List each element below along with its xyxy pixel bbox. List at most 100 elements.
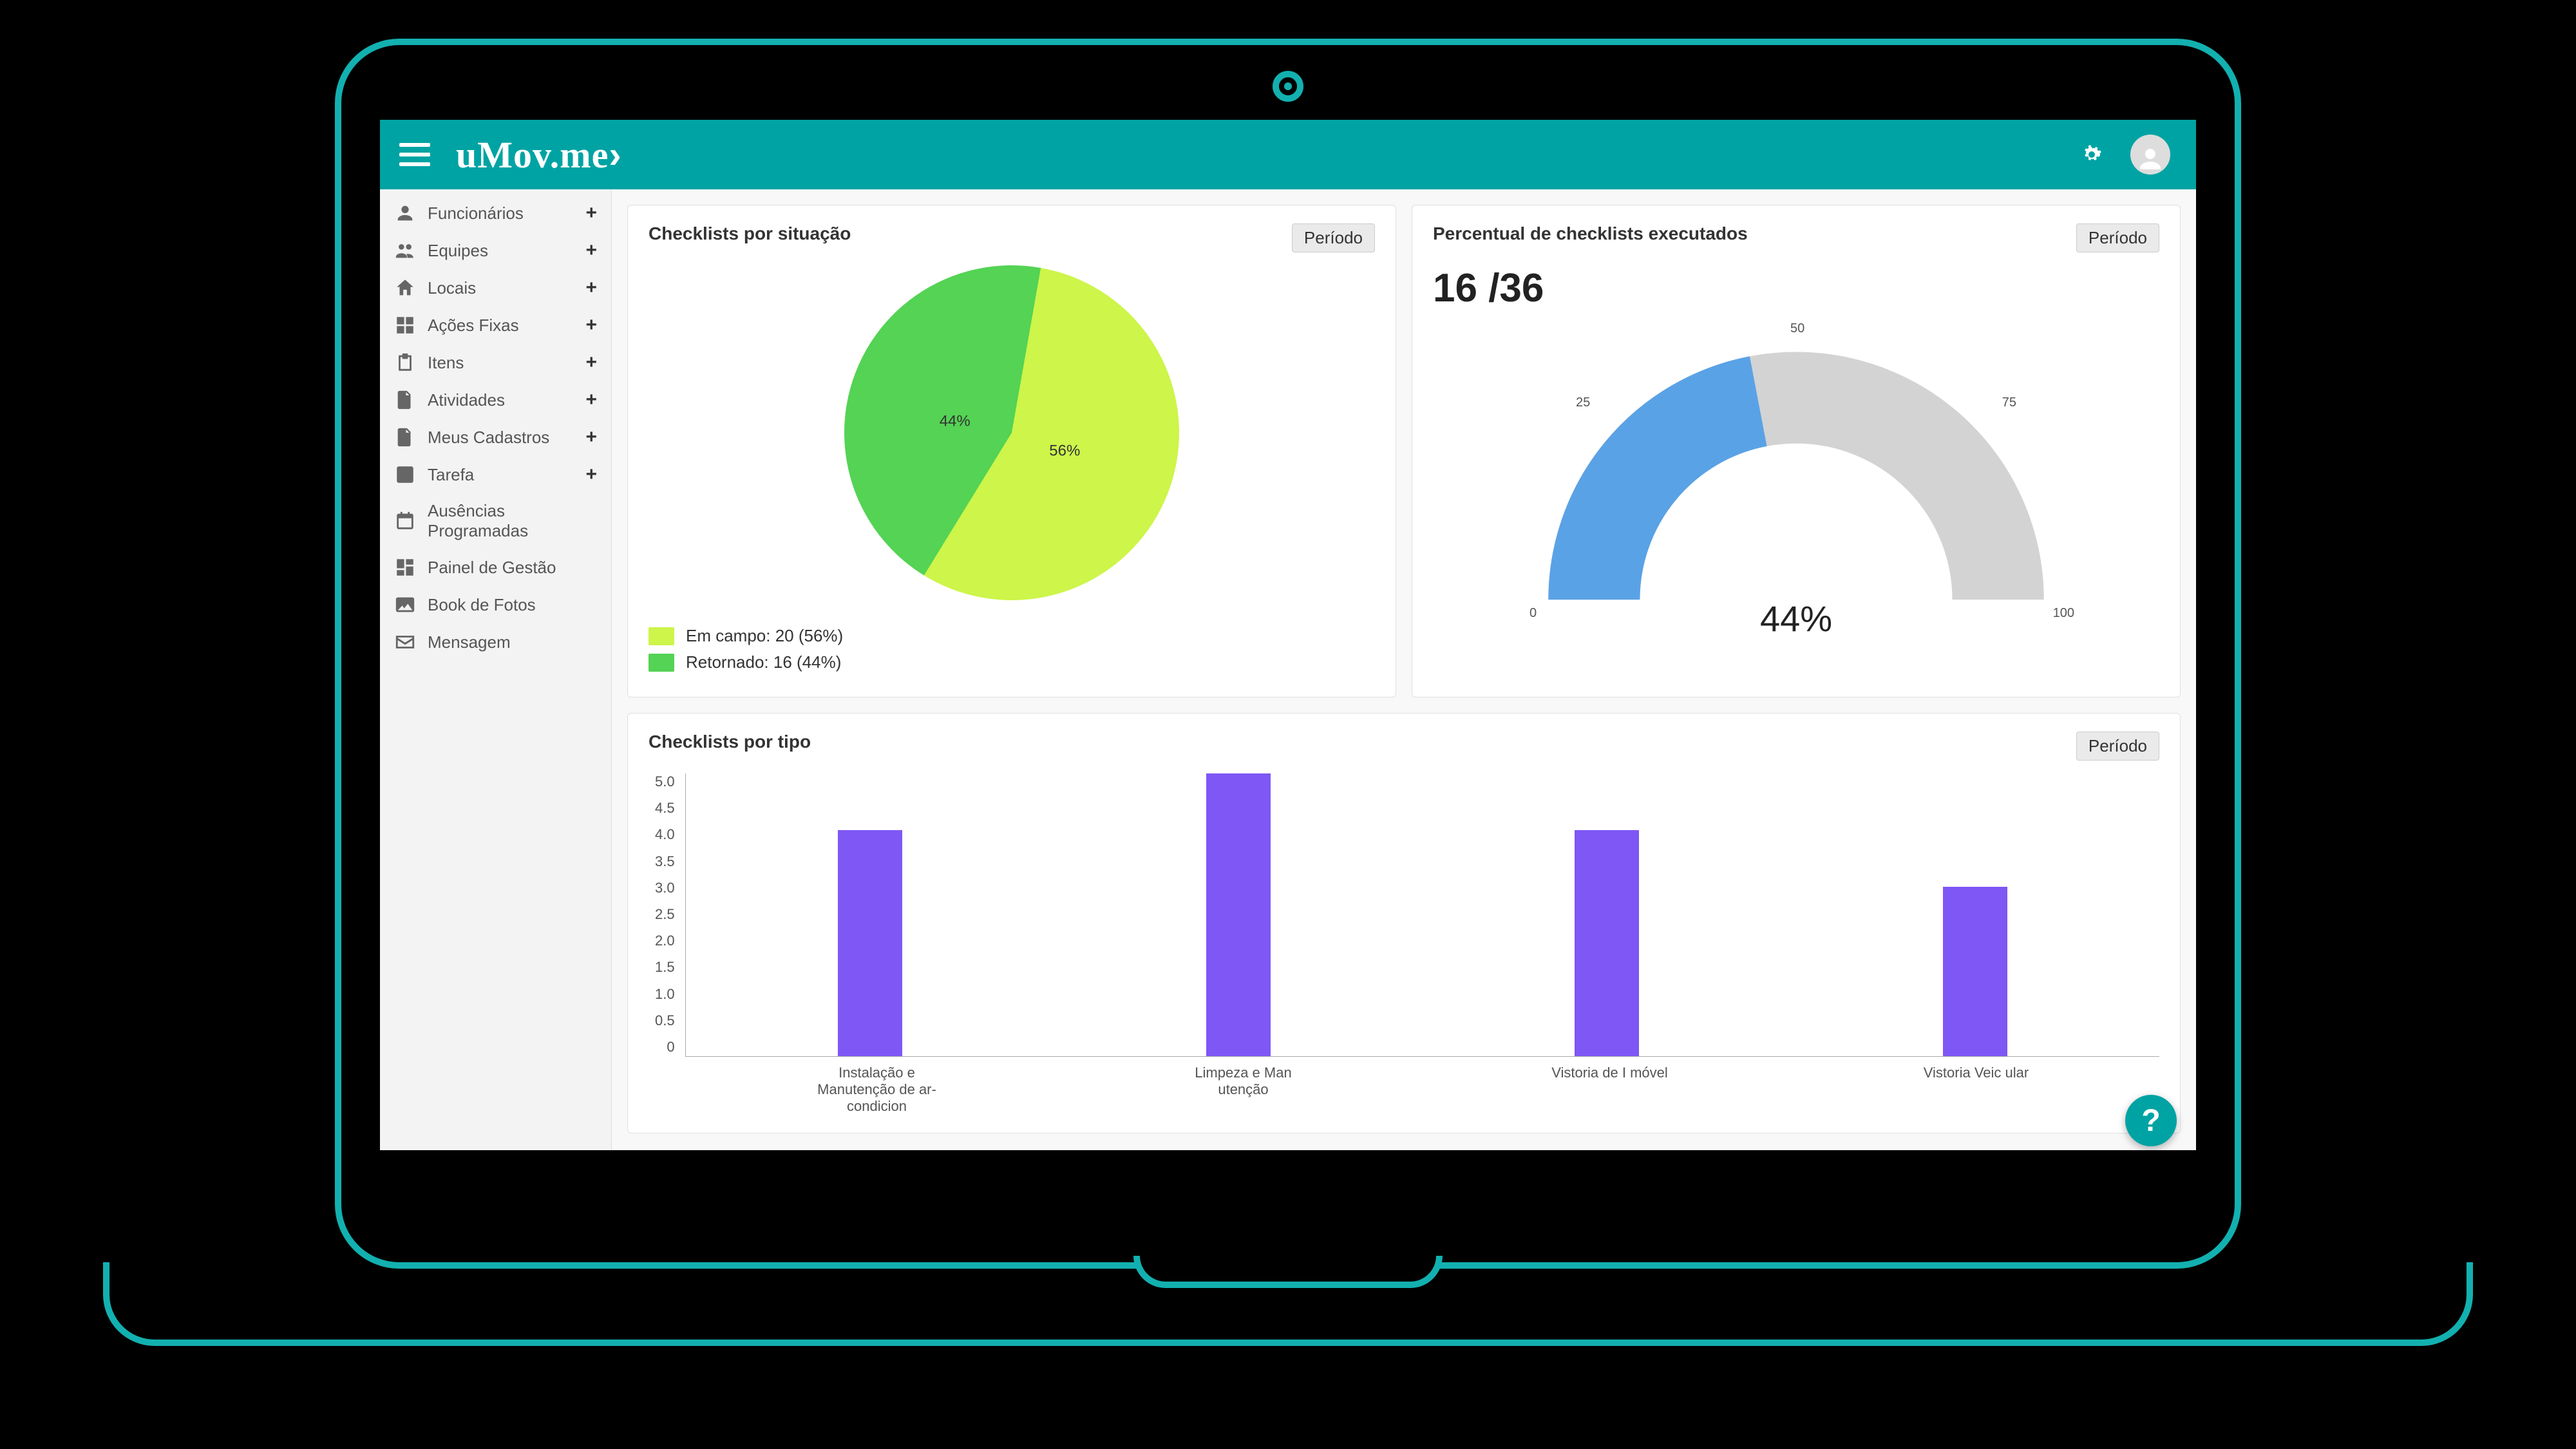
app-screen: uMov.me› Funcionários+Equipes+Locais+Açõ… <box>380 120 2196 1150</box>
legend-item: Em campo: 20 (56%) <box>649 626 843 646</box>
legend-swatch-icon <box>649 627 674 645</box>
gear-icon[interactable] <box>2079 142 2105 167</box>
pie-slice-label-emcampo: 56% <box>1050 442 1081 460</box>
brand-name: uMov.me <box>456 134 609 176</box>
y-tick: 4.5 <box>655 800 675 817</box>
brand-logo[interactable]: uMov.me› <box>456 133 622 176</box>
laptop-frame: uMov.me› Funcionários+Equipes+Locais+Açõ… <box>103 39 2473 1346</box>
gauge-tick: 100 <box>2053 606 2074 621</box>
sidebar-item[interactable]: Mensagem <box>380 623 611 661</box>
y-tick: 0 <box>667 1039 674 1056</box>
file-icon <box>394 426 416 448</box>
camera-icon <box>1273 71 1303 102</box>
sidebar-item[interactable]: Itens + <box>380 344 611 381</box>
people-icon <box>394 240 416 261</box>
sidebar-item-label: Mensagem <box>428 632 511 652</box>
pie-legend: Em campo: 20 (56%) Retornado: 16 (44%) <box>649 626 843 679</box>
sidebar-item[interactable]: Locais + <box>380 269 611 307</box>
card-title: Checklists por situação <box>649 223 851 244</box>
sidebar-item[interactable]: Equipes + <box>380 232 611 269</box>
card-percentual-executados: Percentual de checklists executados Perí… <box>1412 205 2181 697</box>
bar-column <box>1943 773 2007 1056</box>
sidebar-item[interactable]: Ações Fixas + <box>380 307 611 344</box>
photos-icon <box>394 594 416 616</box>
gauge-count: 16 /36 <box>1433 265 2159 311</box>
plus-icon[interactable]: + <box>585 314 597 336</box>
period-button[interactable]: Período <box>2076 732 2159 761</box>
card-title: Checklists por tipo <box>649 732 811 752</box>
y-tick: 1.5 <box>655 959 675 976</box>
plot-area <box>685 773 2159 1057</box>
y-axis: 5.04.54.03.53.02.52.01.51.00.50 <box>655 773 685 1057</box>
clipboard-icon <box>394 352 416 374</box>
sidebar-item[interactable]: Painel de Gestão <box>380 549 611 586</box>
sidebar-item-label: Book de Fotos <box>428 595 536 615</box>
period-button[interactable]: Período <box>1292 223 1375 252</box>
gauge-tick: 50 <box>1790 321 1804 336</box>
y-tick: 1.0 <box>655 986 675 1003</box>
legend-label: Retornado: 16 (44%) <box>686 652 841 672</box>
pie-slice-label-retornado: 44% <box>939 413 970 431</box>
card-checklists-por-situacao: Checklists por situação Período 44% 56% <box>627 205 1396 697</box>
sidebar-item[interactable]: Funcionários + <box>380 194 611 232</box>
legend-item: Retornado: 16 (44%) <box>649 652 843 672</box>
plus-icon[interactable]: + <box>585 464 597 486</box>
legend-label: Em campo: 20 (56%) <box>686 626 843 646</box>
x-label: Instalação e Manutenção de ar-condicion <box>694 1057 1060 1115</box>
x-axis-labels: Instalação e Manutenção de ar-condicionL… <box>649 1057 2159 1115</box>
sidebar-item-label: Locais <box>428 278 476 298</box>
sidebar: Funcionários + Equipes + Locais + Ações Fixas +… <box>380 189 612 1150</box>
sidebar-item-label: Equipes <box>428 241 488 261</box>
y-tick: 5.0 <box>655 773 675 790</box>
home-icon <box>394 277 416 299</box>
plus-icon[interactable]: + <box>585 277 597 299</box>
x-label: Vistoria Veic ular <box>1793 1057 2159 1115</box>
sidebar-item-label: Ações Fixas <box>428 316 519 336</box>
sidebar-item-label: Meus Cadastros <box>428 428 549 448</box>
bar-column <box>1206 773 1271 1056</box>
card-checklists-por-tipo: Checklists por tipo Período 5.04.54.03.5… <box>627 713 2181 1133</box>
laptop-notch <box>1133 1256 1443 1288</box>
sidebar-item[interactable]: Atividades + <box>380 381 611 419</box>
sidebar-item[interactable]: Ausências Programadas <box>380 493 611 549</box>
app-body: Funcionários + Equipes + Locais + Ações Fixas +… <box>380 189 2196 1150</box>
y-tick: 4.0 <box>655 826 675 843</box>
period-button[interactable]: Período <box>2076 223 2159 252</box>
sidebar-item-label: Atividades <box>428 390 505 410</box>
y-tick: 3.0 <box>655 880 675 896</box>
gauge-tick: 0 <box>1530 606 1537 621</box>
checklist-icon <box>394 464 416 486</box>
sidebar-item[interactable]: Book de Fotos <box>380 586 611 623</box>
document-icon <box>394 389 416 411</box>
sidebar-item[interactable]: Meus Cadastros + <box>380 419 611 456</box>
gauge-tick: 75 <box>2002 395 2016 410</box>
main-content: Checklists por situação Período 44% 56% <box>612 189 2196 1150</box>
dashboard-icon <box>394 556 416 578</box>
avatar[interactable] <box>2130 135 2170 175</box>
hamburger-menu-icon[interactable] <box>399 143 430 166</box>
plus-icon[interactable]: + <box>585 202 597 224</box>
y-tick: 2.0 <box>655 933 675 949</box>
sidebar-item-label: Funcionários <box>428 204 524 223</box>
sidebar-item-label: Ausências Programadas <box>428 501 597 541</box>
bar-column <box>1575 773 1639 1056</box>
x-label: Vistoria de I móvel <box>1426 1057 1793 1115</box>
plus-icon[interactable]: + <box>585 389 597 411</box>
laptop-base <box>103 1262 2473 1346</box>
bar-chart: 5.04.54.03.53.02.52.01.51.00.50 <box>649 773 2159 1057</box>
bar <box>1943 887 2007 1056</box>
app-header: uMov.me› <box>380 120 2196 189</box>
legend-swatch-icon <box>649 654 674 672</box>
plus-icon[interactable]: + <box>585 352 597 374</box>
brand-arrow-icon: › <box>609 134 621 176</box>
help-button[interactable]: ? <box>2125 1095 2177 1146</box>
sidebar-item[interactable]: Tarefa+ <box>380 456 611 493</box>
x-label: Limpeza e Man utenção <box>1060 1057 1426 1115</box>
sidebar-item-label: Itens <box>428 353 464 373</box>
pie-chart: 44% 56% <box>818 239 1206 627</box>
plus-icon[interactable]: + <box>585 426 597 448</box>
calendar-icon <box>394 510 416 532</box>
plus-icon[interactable]: + <box>585 240 597 261</box>
mail-icon <box>394 631 416 653</box>
bar <box>838 830 902 1056</box>
